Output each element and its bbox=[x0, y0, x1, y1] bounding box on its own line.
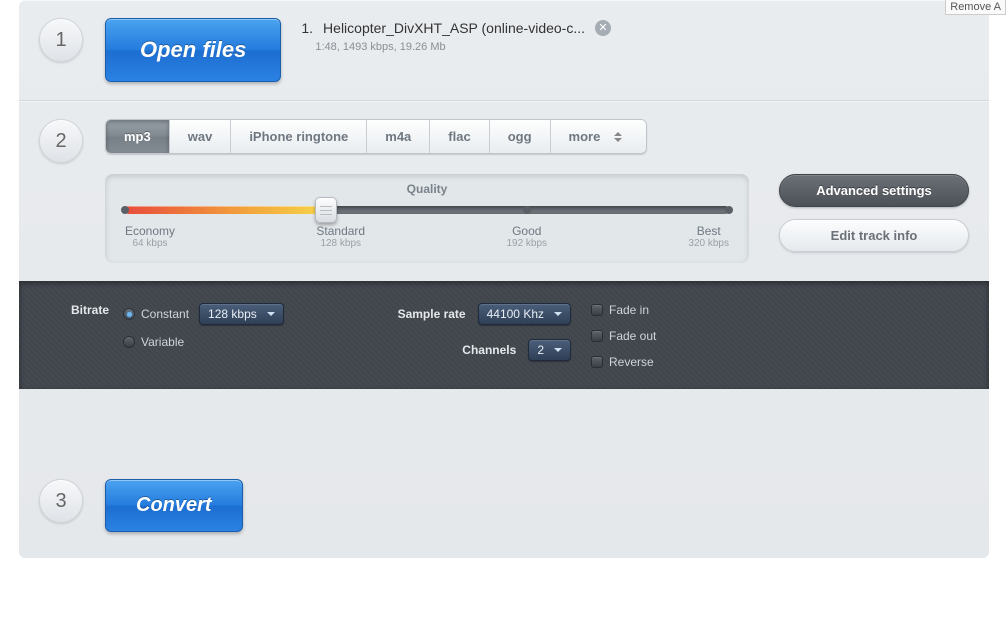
remove-file-icon[interactable]: ✕ bbox=[595, 20, 611, 36]
chevron-down-icon bbox=[267, 312, 275, 316]
tab-m4a[interactable]: m4a bbox=[367, 120, 430, 153]
advanced-panel: Bitrate Constant 128 kbps bbox=[19, 281, 989, 389]
file-meta: 1:48, 1493 kbps, 19.26 Mb bbox=[315, 41, 611, 53]
bitrate-value: 128 kbps bbox=[208, 307, 257, 321]
checkbox-icon bbox=[591, 356, 603, 368]
channels-label: Channels bbox=[462, 343, 516, 357]
tab-more[interactable]: more bbox=[551, 120, 647, 153]
step-2-badge: 2 bbox=[39, 119, 83, 163]
converter-app: 1 Open files 1. Helicopter_DivXHT_ASP (o… bbox=[19, 0, 989, 558]
checkbox-icon bbox=[591, 304, 603, 316]
quality-labels: Economy 64 kbps Standard 128 kbps Good 1… bbox=[125, 224, 729, 249]
quality-panel: Quality Economy 64 kbps bbox=[105, 174, 749, 263]
advanced-settings-button[interactable]: Advanced settings bbox=[779, 174, 969, 207]
quality-label-standard: Standard 128 kbps bbox=[316, 224, 365, 249]
format-tabs: mp3 wav iPhone ringtone m4a flac ogg mor… bbox=[105, 119, 647, 154]
fade-out-checkbox[interactable]: Fade out bbox=[591, 329, 771, 343]
fade-in-label: Fade in bbox=[609, 303, 649, 317]
tab-wav[interactable]: wav bbox=[170, 120, 232, 153]
fade-in-checkbox[interactable]: Fade in bbox=[591, 303, 771, 317]
tab-flac[interactable]: flac bbox=[430, 120, 489, 153]
channels-value: 2 bbox=[537, 343, 544, 357]
chevron-up-down-icon bbox=[614, 130, 628, 144]
convert-button[interactable]: Convert bbox=[105, 479, 243, 532]
tab-ogg[interactable]: ogg bbox=[490, 120, 551, 153]
file-info: 1. Helicopter_DivXHT_ASP (online-video-c… bbox=[301, 18, 611, 53]
step-1-badge: 1 bbox=[39, 18, 83, 62]
radio-icon bbox=[123, 336, 135, 348]
bitrate-constant-radio[interactable]: Constant bbox=[123, 307, 189, 321]
tab-iphone-ringtone[interactable]: iPhone ringtone bbox=[231, 120, 367, 153]
step-3-row: 3 Convert bbox=[19, 389, 989, 558]
bitrate-variable-radio[interactable]: Variable bbox=[123, 335, 284, 349]
quality-slider[interactable] bbox=[125, 206, 729, 214]
sample-rate-select[interactable]: 44100 Khz bbox=[478, 303, 571, 325]
fade-out-label: Fade out bbox=[609, 329, 656, 343]
bitrate-constant-label: Constant bbox=[141, 307, 189, 321]
reverse-checkbox[interactable]: Reverse bbox=[591, 355, 771, 369]
bitrate-label: Bitrate bbox=[71, 303, 109, 317]
bitrate-variable-label: Variable bbox=[141, 335, 184, 349]
step-1-row: 1 Open files 1. Helicopter_DivXHT_ASP (o… bbox=[19, 0, 989, 100]
file-index: 1. bbox=[301, 20, 313, 36]
tab-mp3[interactable]: mp3 bbox=[106, 120, 170, 153]
bitrate-select[interactable]: 128 kbps bbox=[199, 303, 284, 325]
tab-more-label: more bbox=[569, 129, 601, 144]
channels-select[interactable]: 2 bbox=[528, 339, 571, 361]
checkbox-icon bbox=[591, 330, 603, 342]
quality-label-economy: Economy 64 kbps bbox=[125, 224, 175, 249]
quality-label-good: Good 192 kbps bbox=[506, 224, 547, 249]
quality-label-best: Best 320 kbps bbox=[688, 224, 729, 249]
quality-slider-fill bbox=[125, 206, 326, 214]
edit-track-info-button[interactable]: Edit track info bbox=[779, 219, 969, 252]
quality-slider-knob[interactable] bbox=[315, 197, 337, 223]
sample-rate-value: 44100 Khz bbox=[487, 307, 544, 321]
reverse-label: Reverse bbox=[609, 355, 654, 369]
sample-rate-label: Sample rate bbox=[398, 307, 466, 321]
step-3-badge: 3 bbox=[39, 479, 83, 523]
chevron-down-icon bbox=[554, 312, 562, 316]
radio-icon bbox=[123, 308, 135, 320]
file-name: Helicopter_DivXHT_ASP (online-video-c... bbox=[323, 20, 585, 36]
step-2-row: 2 mp3 wav iPhone ringtone m4a flac ogg m… bbox=[19, 100, 989, 281]
quality-title: Quality bbox=[125, 182, 729, 196]
chevron-down-icon bbox=[554, 348, 562, 352]
open-files-button[interactable]: Open files bbox=[105, 18, 281, 82]
